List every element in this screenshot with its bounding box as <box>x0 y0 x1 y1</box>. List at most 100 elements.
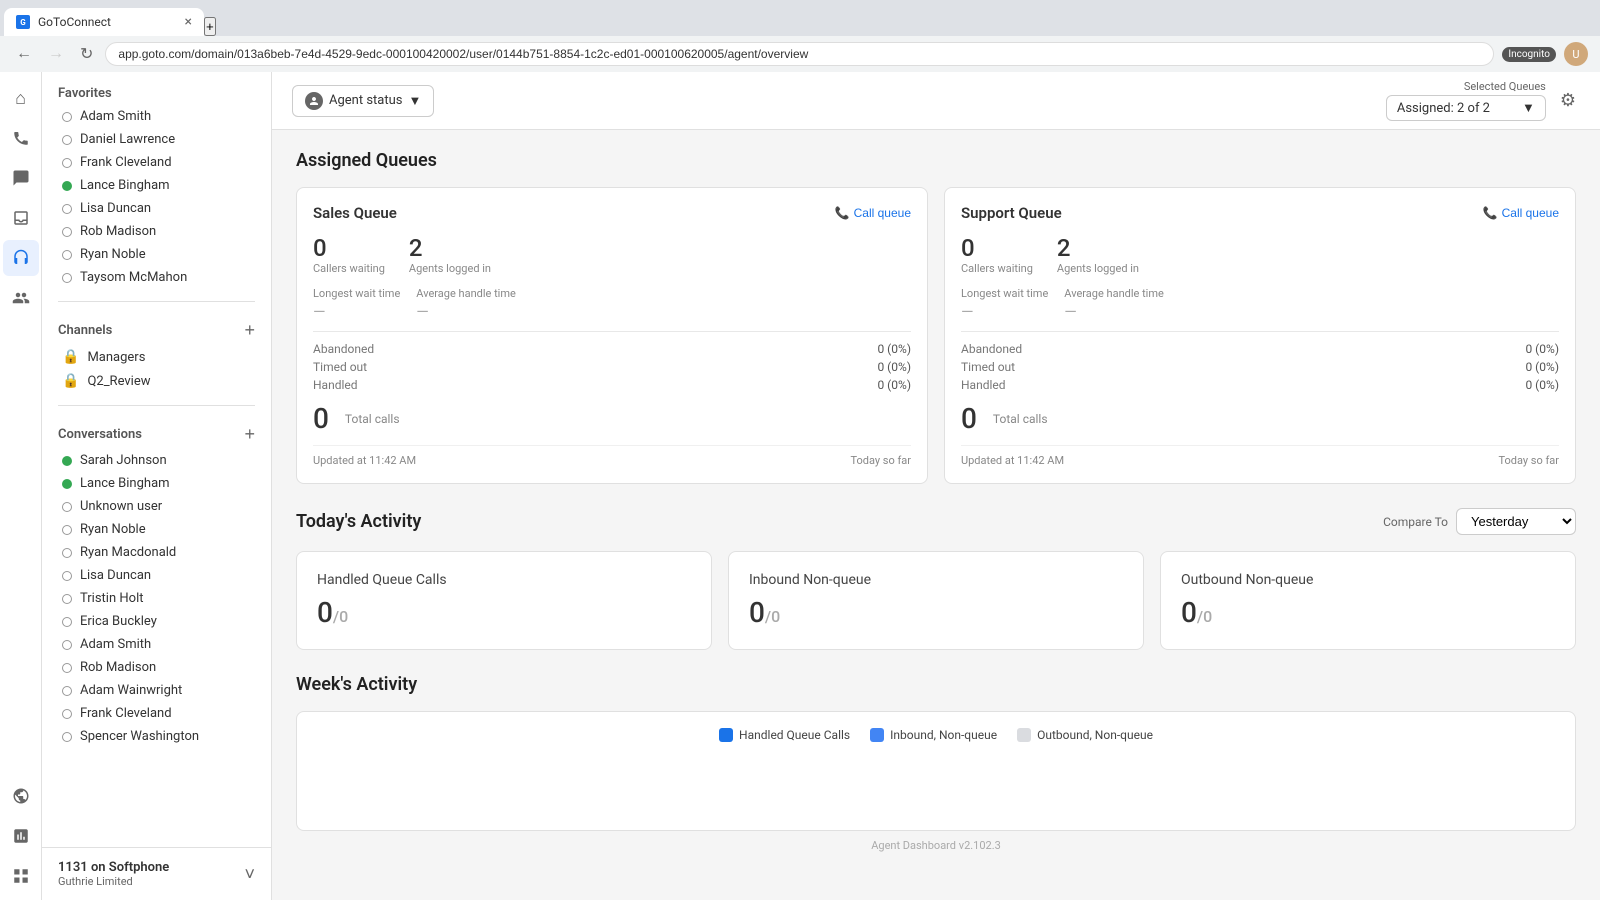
sales-total-calls-value: 0 <box>313 402 329 435</box>
support-call-queue-button[interactable]: 📞 Call queue <box>1483 206 1559 220</box>
forward-button[interactable]: → <box>44 43 68 65</box>
sidebar-item-favorite[interactable]: Lisa Duncan <box>46 197 267 220</box>
footer-version: Agent Dashboard v2.102.3 <box>296 831 1576 860</box>
lock-icon: 🔒 <box>62 373 79 389</box>
chart-icon[interactable] <box>3 824 39 860</box>
content-area: Assigned Queues Sales Queue 📞 Call queue… <box>272 130 1600 900</box>
settings-button[interactable]: ⚙ <box>1556 86 1580 115</box>
sales-call-queue-button[interactable]: 📞 Call queue <box>835 206 911 220</box>
selected-queues-value: Assigned: 2 of 2 <box>1397 101 1490 116</box>
sales-queue-footer: Updated at 11:42 AM Today so far <box>313 445 911 467</box>
sidebar-item-favorite[interactable]: Frank Cleveland <box>46 151 267 174</box>
status-dot <box>62 456 72 466</box>
compare-to-select[interactable]: Yesterday <box>1456 508 1576 535</box>
sidebar-divider-2 <box>58 405 255 406</box>
status-dot <box>62 227 72 237</box>
address-bar[interactable] <box>105 42 1494 66</box>
sales-agents-logged-label: Agents logged in <box>409 262 491 275</box>
sidebar-item-channel[interactable]: 🔒Q2_Review <box>46 369 267 393</box>
add-conversation-button[interactable]: + <box>244 424 255 445</box>
support-callers-waiting-label: Callers waiting <box>961 262 1033 275</box>
lock-icon: 🔒 <box>62 349 79 365</box>
sales-period-label: Today so far <box>850 454 911 467</box>
browser-tab[interactable]: G GoToConnect × <box>4 8 204 36</box>
sidebar-item-conversation[interactable]: Ryan Noble <box>46 518 267 541</box>
sidebar-item-conversation[interactable]: Ryan Macdonald <box>46 541 267 564</box>
sidebar-item-favorite[interactable]: Adam Smith <box>46 105 267 128</box>
support-longest-wait: Longest wait time — <box>961 287 1048 323</box>
sidebar-item-conversation[interactable]: Unknown user <box>46 495 267 518</box>
sales-secondary-stats: Longest wait time — Average handle time … <box>313 287 911 323</box>
inbound-non-queue-value: 0/0 <box>749 596 1123 629</box>
sales-avg-handle-label: Average handle time <box>416 287 516 300</box>
sidebar-item-label: Daniel Lawrence <box>80 132 175 147</box>
sidebar-item-favorite[interactable]: Ryan Noble <box>46 243 267 266</box>
sidebar-item-conversation[interactable]: Frank Cleveland <box>46 702 267 725</box>
sidebar-item-channel[interactable]: 🔒Managers <box>46 345 267 369</box>
outbound-non-queue-card: Outbound Non-queue 0/0 <box>1160 551 1576 650</box>
app-layout: ⌂ Favorites Adam <box>0 72 1600 900</box>
support-total-calls-label: Total calls <box>993 412 1048 426</box>
sidebar-item-conversation[interactable]: Lisa Duncan <box>46 564 267 587</box>
status-dot <box>62 135 72 145</box>
status-dot <box>62 250 72 260</box>
sidebar-item-favorite[interactable]: Rob Madison <box>46 220 267 243</box>
weeks-chart-bars <box>313 750 1559 810</box>
phone-call-icon-2: 📞 <box>1483 206 1498 220</box>
sidebar-item-favorite[interactable]: Daniel Lawrence <box>46 128 267 151</box>
people-icon[interactable] <box>3 280 39 316</box>
browser-chrome: G GoToConnect × + ← → ↻ Incognito U <box>0 0 1600 72</box>
legend-item: Handled Queue Calls <box>719 728 850 742</box>
selected-queues-dropdown[interactable]: Assigned: 2 of 2 ▼ <box>1386 95 1546 121</box>
inbound-non-queue-card: Inbound Non-queue 0/0 <box>728 551 1144 650</box>
sales-avg-handle-dash: — <box>416 302 516 321</box>
reload-button[interactable]: ↻ <box>76 42 97 66</box>
tab-close-button[interactable]: × <box>185 14 192 30</box>
sidebar-item-label: Lance Bingham <box>80 178 170 193</box>
sidebar-item-conversation[interactable]: Adam Wainwright <box>46 679 267 702</box>
globe-icon[interactable] <box>3 784 39 820</box>
inbox-icon[interactable] <box>3 200 39 236</box>
home-icon[interactable]: ⌂ <box>3 80 39 116</box>
headset-icon[interactable] <box>3 240 39 276</box>
sidebar-item-favorite[interactable]: Taysom McMahon <box>46 266 267 289</box>
support-callers-waiting-value: 0 <box>961 234 1033 262</box>
sales-queue-title: Sales Queue <box>313 204 397 222</box>
agent-icon <box>305 92 323 110</box>
legend-dot-icon <box>719 728 733 742</box>
weeks-activity-title: Week's Activity <box>296 674 1576 695</box>
support-queue-stats-row: 0 Callers waiting 2 Agents logged in <box>961 234 1559 275</box>
weeks-activity-section: Week's Activity Handled Queue Calls Inbou… <box>296 674 1576 860</box>
legend-item: Outbound, Non-queue <box>1017 728 1153 742</box>
support-handled-row: Handled 0 (0%) <box>961 376 1559 394</box>
sidebar-item-favorite[interactable]: Lance Bingham <box>46 174 267 197</box>
footer-expand-button[interactable]: ˅ <box>244 864 255 885</box>
sidebar-item-label: Adam Wainwright <box>80 683 182 698</box>
sidebar-divider-1 <box>58 301 255 302</box>
grid-icon[interactable] <box>3 864 39 900</box>
back-button[interactable]: ← <box>12 43 36 65</box>
sidebar-item-conversation[interactable]: Tristin Holt <box>46 587 267 610</box>
add-channel-button[interactable]: + <box>244 320 255 341</box>
sidebar-item-conversation[interactable]: Sarah Johnson <box>46 449 267 472</box>
new-tab-button[interactable]: + <box>204 17 216 36</box>
sidebar-item-label: Adam Smith <box>80 637 151 652</box>
sidebar-item-label: Adam Smith <box>80 109 151 124</box>
sidebar-item-conversation[interactable]: Spencer Washington <box>46 725 267 748</box>
legend-label: Inbound, Non-queue <box>890 728 997 742</box>
channels-header: Channels + <box>42 314 271 345</box>
sidebar-item-conversation[interactable]: Rob Madison <box>46 656 267 679</box>
sidebar-item-conversation[interactable]: Lance Bingham <box>46 472 267 495</box>
conversations-section: Conversations + Sarah JohnsonLance Bingh… <box>42 410 271 756</box>
sidebar-item-conversation[interactable]: Erica Buckley <box>46 610 267 633</box>
phone-icon[interactable] <box>3 120 39 156</box>
inbound-non-queue-title: Inbound Non-queue <box>749 572 1123 588</box>
sidebar-item-conversation[interactable]: Adam Smith <box>46 633 267 656</box>
legend-item: Inbound, Non-queue <box>870 728 997 742</box>
chat-icon[interactable] <box>3 160 39 196</box>
agent-status-button[interactable]: Agent status ▼ <box>292 85 434 117</box>
user-avatar: U <box>1564 42 1588 66</box>
sales-queue-header: Sales Queue 📞 Call queue <box>313 204 911 222</box>
handled-queue-calls-title: Handled Queue Calls <box>317 572 691 588</box>
sidebar-item-label: Lisa Duncan <box>80 201 151 216</box>
